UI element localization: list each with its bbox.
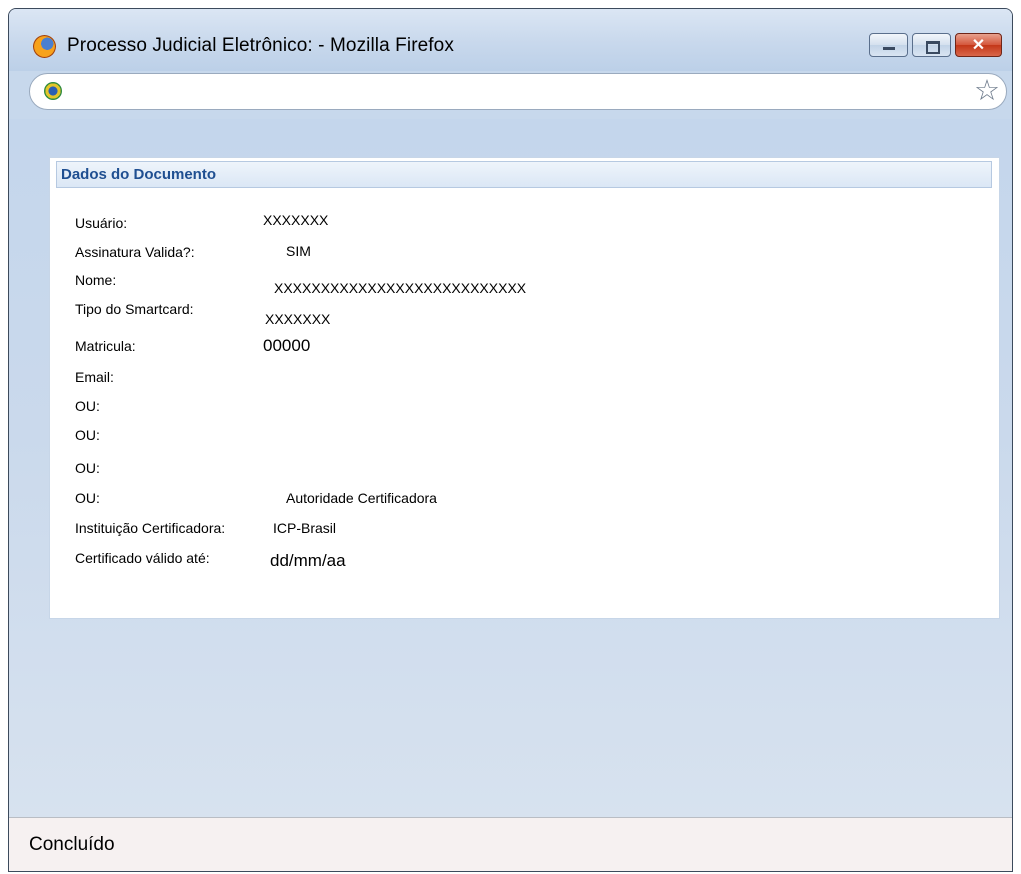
close-icon: ✕ [971,37,986,54]
usuario-label: Usuário: [75,215,128,231]
browser-window: Processo Judicial Eletrônico: - Mozilla … [8,8,1013,872]
usuario-value: XXXXXXX [263,212,329,228]
window-title: Processo Judicial Eletrônico: - Mozilla … [67,35,454,56]
star-icon[interactable]: ☆ [974,75,1000,107]
nome-value: XXXXXXXXXXXXXXXXXXXXXXXXXXX [274,280,527,296]
matricula-value: 00000 [263,336,311,355]
ou-label-1: OU: [75,398,100,414]
panel-title: Dados do Documento [56,161,992,188]
title-bar: Processo Judicial Eletrônico: - Mozilla … [9,9,1012,71]
matricula-label: Matricula: [75,338,136,354]
brasil-coat-of-arms-icon [44,82,62,100]
close-button[interactable]: ✕ [955,33,1002,57]
tipo-value: XXXXXXX [265,311,331,327]
page-content: Dados do Documento Usuário: XXXXXXX Assi… [9,119,1012,817]
ou-label-3: OU: [75,460,100,476]
status-bar: Concluído [9,817,1012,871]
status-text: Concluído [29,834,115,855]
instituicao-label: Instituição Certificadora: [75,520,226,536]
maximize-button[interactable] [912,33,951,57]
instituicao-value: ICP-Brasil [273,520,337,536]
assinatura-value: SIM [286,243,311,259]
window-controls: ✕ [869,33,1002,57]
ou-value-4: Autoridade Certificadora [286,490,437,506]
nome-label: Nome: [75,272,117,288]
assinatura-label: Assinatura Valida?: [75,244,195,260]
ou-label-2: OU: [75,427,100,443]
minimize-button[interactable] [869,33,908,57]
validade-value: dd/mm/aa [270,551,346,570]
firefox-icon [33,35,56,58]
document-data-panel: Dados do Documento Usuário: XXXXXXX Assi… [49,157,1000,619]
validade-label: Certificado válido até: [75,550,210,566]
ou-label-4: OU: [75,490,100,506]
address-bar[interactable]: ☆ [29,73,1007,110]
email-label: Email: [75,369,114,385]
tipo-label: Tipo do Smartcard: [75,301,194,317]
